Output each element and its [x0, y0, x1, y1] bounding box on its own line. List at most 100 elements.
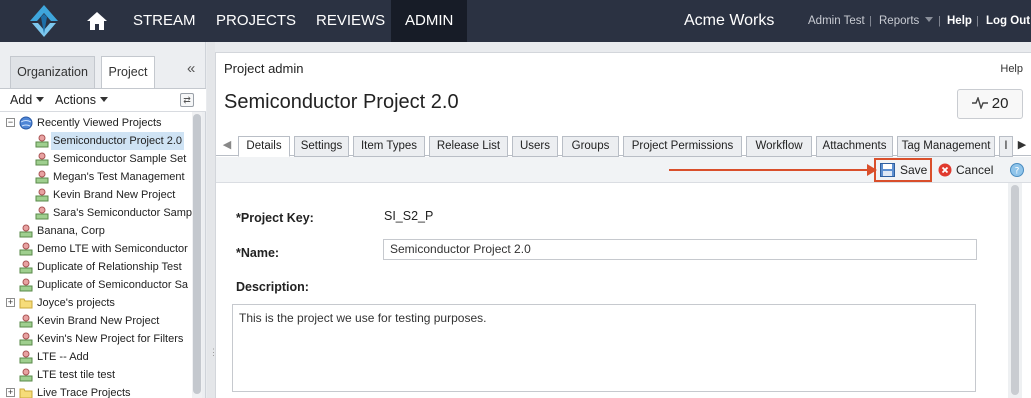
home-icon[interactable]	[86, 10, 108, 32]
panel-splitter[interactable]: ⋮	[207, 42, 218, 398]
cancel-button[interactable]: Cancel	[938, 161, 993, 179]
tree-item-banana-corp[interactable]: Banana, Corp	[0, 222, 192, 240]
project-icon	[19, 368, 33, 382]
tree-item-kevin-brand-new-project-2[interactable]: Kevin Brand New Project	[0, 312, 192, 330]
tab-organization[interactable]: Organization	[10, 56, 95, 88]
sidebar-toolbar: Add Actions ⇄	[0, 88, 206, 112]
tab-tag-management[interactable]: Tag Management	[897, 136, 995, 157]
project-icon	[35, 152, 49, 166]
nav-reviews[interactable]: REVIEWS	[302, 0, 399, 42]
save-label: Save	[900, 163, 928, 177]
floppy-disk-icon	[880, 163, 895, 177]
tree-item-label: Sara's Semiconductor Samp	[53, 207, 192, 219]
actions-menu[interactable]: Actions	[55, 93, 108, 107]
action-toolbar: Save Cancel ?	[216, 157, 1031, 183]
name-input[interactable]: Semiconductor Project 2.0	[383, 239, 977, 260]
tree-item-semiconductor-sample-set[interactable]: Semiconductor Sample Set	[0, 150, 192, 168]
tree-item-kevins-new-project-filters[interactable]: Kevin's New Project for Filters	[0, 330, 192, 348]
tab-release-list[interactable]: Release List	[429, 136, 508, 157]
top-separator: |	[976, 15, 979, 27]
tree-item-semiconductor-project-2[interactable]: Semiconductor Project 2.0	[0, 132, 192, 150]
tree-item-label: Duplicate of Semiconductor Sa	[37, 279, 189, 291]
chevron-down-icon	[100, 97, 108, 102]
expand-toggle-icon[interactable]: +	[6, 298, 15, 307]
tab-item-types[interactable]: Item Types	[353, 136, 425, 157]
reports-menu[interactable]: Reports	[879, 0, 934, 42]
tree-item-live-trace-projects[interactable]: + Live Trace Projects	[0, 384, 192, 398]
app-logo-icon[interactable]	[24, 4, 64, 38]
activity-pulse-icon	[971, 95, 988, 111]
tree-item-label: Demo LTE with Semiconductor	[37, 243, 188, 255]
tree-item-lte-add[interactable]: LTE -- Add	[0, 348, 192, 366]
tree-item-label: Semiconductor Project 2.0	[51, 132, 185, 150]
project-sidebar: Organization Project « Add Actions ⇄ − R…	[0, 42, 206, 398]
tab-project-permissions[interactable]: Project Permissions	[623, 136, 742, 157]
tab-workflow[interactable]: Workflow	[746, 136, 812, 157]
project-admin-panel: Project admin Help Semiconductor Project…	[215, 52, 1031, 398]
tree-item-label: Banana, Corp	[37, 225, 105, 237]
sidebar-scrollbar[interactable]	[192, 112, 202, 398]
project-icon	[35, 134, 49, 148]
tree-item-label: LTE -- Add	[37, 351, 89, 363]
page-title: Semiconductor Project 2.0	[224, 91, 459, 113]
activity-button[interactable]: 20	[957, 89, 1023, 119]
main-scrollbar[interactable]	[1008, 183, 1022, 398]
collapse-toggle-icon[interactable]: −	[6, 118, 15, 127]
tab-project[interactable]: Project	[101, 56, 155, 89]
tree-item-duplicate-relationship[interactable]: Duplicate of Relationship Test	[0, 258, 192, 276]
tree-item-saras-semiconductor[interactable]: Sara's Semiconductor Samp	[0, 204, 192, 222]
tab-details[interactable]: Details	[238, 136, 290, 157]
project-icon	[19, 278, 33, 292]
cancel-x-icon	[938, 163, 952, 177]
user-menu[interactable]: Admin Test	[808, 0, 865, 42]
tree-item-label: Kevin Brand New Project	[53, 189, 176, 201]
tree-item-label: Live Trace Projects	[37, 387, 131, 398]
tree-item-duplicate-semiconductor[interactable]: Duplicate of Semiconductor Sa	[0, 276, 192, 294]
help-link[interactable]: Help	[947, 0, 972, 42]
tree-item-kevin-brand-new-project[interactable]: Kevin Brand New Project	[0, 186, 192, 204]
description-textarea[interactable]: This is the project we use for testing p…	[232, 304, 976, 392]
help-link[interactable]: Help	[1000, 63, 1023, 75]
scrollbar-thumb[interactable]	[1011, 185, 1019, 395]
refresh-icon[interactable]: ⇄	[180, 93, 194, 107]
expand-toggle-icon[interactable]: +	[6, 388, 15, 397]
save-button[interactable]: Save	[874, 158, 932, 182]
tree-item-label: Kevin's New Project for Filters	[37, 333, 184, 345]
add-label: Add	[10, 93, 33, 107]
tab-scroll-left-icon[interactable]: ◀	[218, 136, 236, 154]
nav-stream[interactable]: STREAM	[119, 0, 210, 42]
tab-scroll-right-icon[interactable]: ▶	[1013, 136, 1031, 154]
project-details-form: *Project Key: SI_S2_P *Name: Semiconduct…	[216, 183, 1031, 398]
scrollbar-thumb[interactable]	[193, 114, 201, 394]
tree-item-recently-viewed[interactable]: − Recently Viewed Projects	[0, 114, 192, 132]
tab-users[interactable]: Users	[512, 136, 558, 157]
project-icon	[19, 242, 33, 256]
tree-item-label: Kevin Brand New Project	[37, 315, 160, 327]
tab-groups[interactable]: Groups	[562, 136, 619, 157]
nav-projects[interactable]: PROJECTS	[202, 0, 310, 42]
tree-item-label: Recently Viewed Projects	[37, 117, 162, 129]
tree-item-label: Joyce's projects	[37, 297, 115, 309]
org-brand-name: Acme Works	[684, 12, 775, 29]
tree-item-label: Duplicate of Relationship Test	[37, 261, 182, 273]
tab-overflow[interactable]: I	[999, 136, 1013, 157]
tree-item-joyces-projects[interactable]: + Joyce's projects	[0, 294, 192, 312]
tab-attachments[interactable]: Attachments	[816, 136, 893, 157]
top-separator: |	[869, 15, 872, 27]
name-label: *Name:	[236, 246, 280, 260]
admin-tabs: ◀ Details Settings Item Types Release Li…	[216, 134, 1031, 157]
tree-item-megans-test-management[interactable]: Megan's Test Management	[0, 168, 192, 186]
tree-item-demo-lte[interactable]: Demo LTE with Semiconductor	[0, 240, 192, 258]
nav-admin[interactable]: ADMIN	[391, 0, 468, 42]
collapse-panel-icon[interactable]: «	[187, 60, 195, 77]
actions-label: Actions	[55, 93, 96, 107]
folder-icon	[19, 388, 33, 398]
tree-item-lte-test-tile[interactable]: LTE test tile test	[0, 366, 192, 384]
tab-settings[interactable]: Settings	[294, 136, 349, 157]
folder-icon	[19, 298, 33, 309]
add-menu[interactable]: Add	[10, 93, 45, 107]
top-separator: |	[938, 15, 941, 27]
project-icon	[19, 260, 33, 274]
logout-link[interactable]: Log Out	[986, 0, 1030, 42]
help-question-icon[interactable]: ?	[1010, 163, 1024, 177]
